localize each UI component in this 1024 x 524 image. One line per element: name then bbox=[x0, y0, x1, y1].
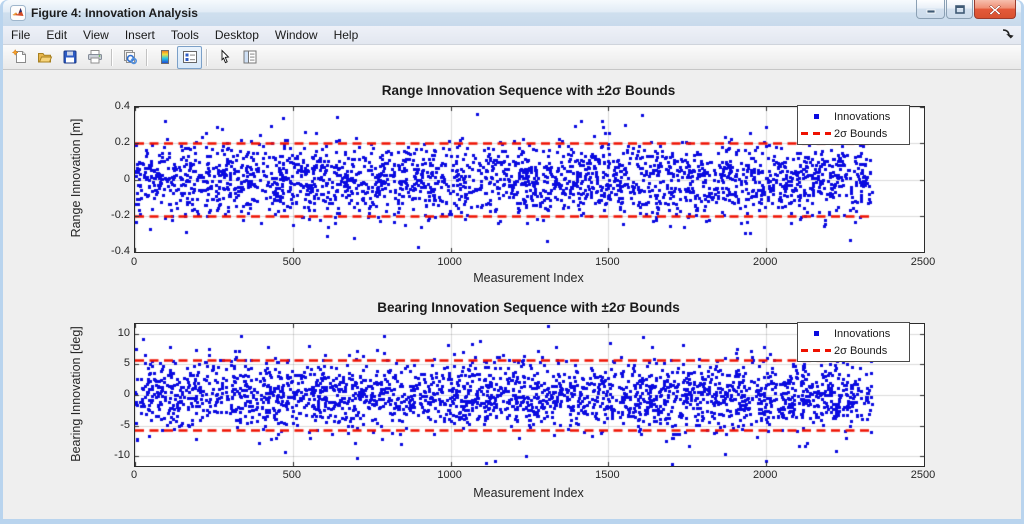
legend-marker-swatch bbox=[798, 331, 834, 336]
minimize-icon bbox=[925, 4, 937, 14]
legend-row-bounds: 2σ Bounds bbox=[798, 342, 909, 359]
bottom-plot-x-tick-labels: 05001000150020002500 bbox=[134, 469, 923, 482]
y-tick-label: 5 bbox=[124, 357, 130, 369]
legend-line-swatch bbox=[798, 349, 834, 352]
insert-colorbar-button[interactable] bbox=[152, 46, 177, 69]
y-tick-label: 0 bbox=[124, 173, 130, 185]
new-figure-icon bbox=[12, 49, 28, 65]
top-plot-legend[interactable]: Innovations 2σ Bounds bbox=[797, 105, 910, 145]
legend-label: Innovations bbox=[834, 111, 890, 123]
menu-desktop[interactable]: Desktop bbox=[207, 27, 267, 43]
x-tick-label: 1000 bbox=[437, 256, 461, 268]
x-tick-label: 1000 bbox=[437, 469, 461, 481]
insert-legend-button[interactable] bbox=[177, 46, 202, 69]
menu-window[interactable]: Window bbox=[267, 27, 326, 43]
x-tick-label: 0 bbox=[131, 256, 137, 268]
menu-file[interactable]: File bbox=[3, 27, 38, 43]
y-tick-label: 10 bbox=[118, 327, 130, 339]
red-dashed-line-icon bbox=[801, 349, 831, 352]
link-plot-icon bbox=[122, 49, 138, 65]
new-figure-button[interactable] bbox=[7, 46, 32, 69]
top-plot-y-tick-labels: 0.40.20-0.2-0.4 bbox=[92, 106, 130, 251]
top-plot-x-tick-labels: 05001000150020002500 bbox=[134, 256, 923, 269]
figure-toolbar bbox=[3, 45, 1021, 70]
x-tick-label: 1500 bbox=[595, 469, 619, 481]
legend-row-innovations: Innovations bbox=[798, 325, 909, 342]
legend-label: 2σ Bounds bbox=[834, 128, 887, 140]
bottom-plot-y-tick-labels: 10 5 0 -5 -10 bbox=[92, 323, 130, 465]
window-title: Figure 4: Innovation Analysis bbox=[31, 6, 198, 20]
y-tick-label: -0.2 bbox=[111, 209, 130, 221]
save-floppy-icon bbox=[62, 49, 78, 65]
bottom-plot-xlabel: Measurement Index bbox=[134, 486, 923, 500]
x-tick-label: 2500 bbox=[911, 469, 935, 481]
minimize-button[interactable] bbox=[916, 0, 945, 19]
legend-row-bounds: 2σ Bounds bbox=[798, 125, 909, 142]
y-tick-label: 0 bbox=[124, 388, 130, 400]
open-folder-icon bbox=[37, 49, 53, 65]
top-plot-title: Range Innovation Sequence with ±2σ Bound… bbox=[134, 83, 923, 98]
print-figure-button[interactable] bbox=[82, 46, 107, 69]
dock-figure-arrow-icon[interactable] bbox=[1001, 28, 1015, 42]
y-tick-label: -5 bbox=[120, 419, 130, 431]
toolbar-separator bbox=[206, 49, 208, 66]
top-plot-xlabel: Measurement Index bbox=[134, 271, 923, 285]
close-button[interactable] bbox=[974, 0, 1016, 19]
open-file-button[interactable] bbox=[32, 46, 57, 69]
x-tick-label: 2000 bbox=[753, 256, 777, 268]
printer-icon bbox=[87, 49, 103, 65]
top-plot-ylabel: Range Innovation [m] bbox=[69, 95, 83, 261]
y-tick-label: -10 bbox=[114, 449, 130, 461]
x-tick-label: 2500 bbox=[911, 256, 935, 268]
link-plot-button[interactable] bbox=[117, 46, 142, 69]
menu-view[interactable]: View bbox=[75, 27, 117, 43]
legend-label: Innovations bbox=[834, 328, 890, 340]
close-icon bbox=[989, 4, 1001, 15]
maximize-button[interactable] bbox=[946, 0, 973, 19]
legend-icon bbox=[182, 49, 198, 65]
menu-help[interactable]: Help bbox=[326, 27, 367, 43]
property-inspector-icon bbox=[242, 49, 258, 65]
save-figure-button[interactable] bbox=[57, 46, 82, 69]
cursor-arrow-icon bbox=[217, 49, 233, 65]
y-tick-label: 0.4 bbox=[115, 100, 130, 112]
window-controls bbox=[915, 0, 1016, 19]
legend-label: 2σ Bounds bbox=[834, 345, 887, 357]
matlab-figure-icon bbox=[10, 5, 26, 21]
maximize-icon bbox=[954, 4, 966, 15]
bottom-plot-ylabel: Bearing Innovation [deg] bbox=[69, 304, 83, 484]
legend-line-swatch bbox=[798, 132, 834, 135]
legend-row-innovations: Innovations bbox=[798, 108, 909, 125]
figure-window: Figure 4: Innovation Analysis File Edit … bbox=[0, 0, 1024, 524]
x-tick-label: 0 bbox=[131, 469, 137, 481]
colorbar-icon bbox=[157, 49, 173, 65]
x-tick-label: 2000 bbox=[753, 469, 777, 481]
y-tick-label: -0.4 bbox=[111, 245, 130, 257]
title-bar[interactable]: Figure 4: Innovation Analysis bbox=[3, 0, 1021, 26]
menu-insert[interactable]: Insert bbox=[117, 27, 163, 43]
x-tick-label: 500 bbox=[283, 469, 301, 481]
menu-edit[interactable]: Edit bbox=[38, 27, 75, 43]
menu-bar: File Edit View Insert Tools Desktop Wind… bbox=[3, 26, 1021, 45]
red-dashed-line-icon bbox=[801, 132, 831, 135]
property-inspector-button[interactable] bbox=[237, 46, 262, 69]
blue-square-marker-icon bbox=[814, 331, 819, 336]
bottom-plot-title: Bearing Innovation Sequence with ±2σ Bou… bbox=[134, 300, 923, 315]
toolbar-separator bbox=[111, 49, 113, 66]
figure-canvas-area: Range Innovation Sequence with ±2σ Bound… bbox=[3, 70, 1021, 519]
y-tick-label: 0.2 bbox=[115, 136, 130, 148]
bottom-plot-legend[interactable]: Innovations 2σ Bounds bbox=[797, 322, 910, 362]
edit-plot-button[interactable] bbox=[212, 46, 237, 69]
toolbar-separator bbox=[146, 49, 148, 66]
legend-marker-swatch bbox=[798, 114, 834, 119]
x-tick-label: 500 bbox=[283, 256, 301, 268]
blue-square-marker-icon bbox=[814, 114, 819, 119]
menu-tools[interactable]: Tools bbox=[163, 27, 207, 43]
x-tick-label: 1500 bbox=[595, 256, 619, 268]
